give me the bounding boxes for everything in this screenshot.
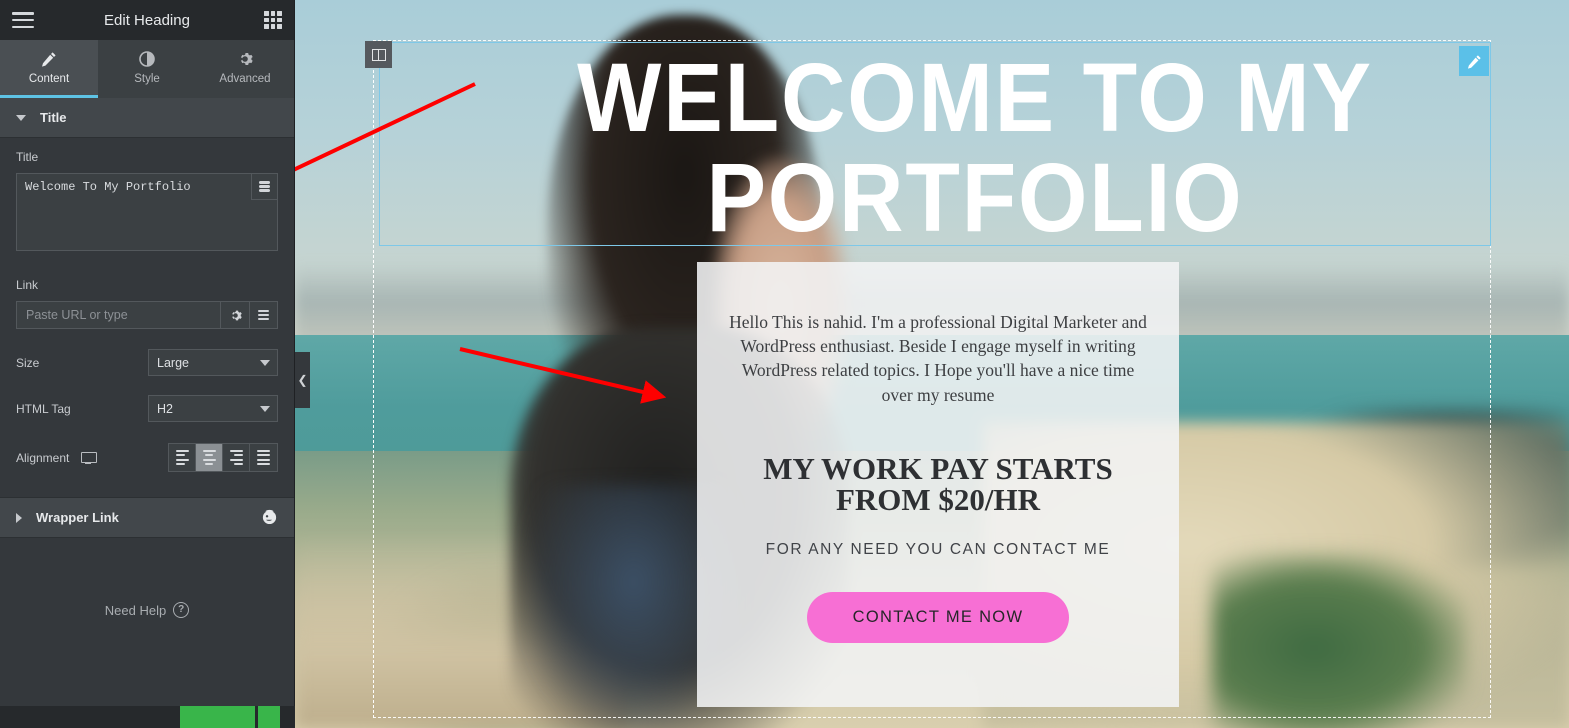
alignment-label: Alignment bbox=[16, 450, 70, 465]
html-tag-control: HTML Tag H2 bbox=[0, 385, 294, 431]
html-tag-select[interactable]: H2 bbox=[148, 395, 278, 422]
section-wrapper-link-header[interactable]: Wrapper Link bbox=[0, 498, 294, 538]
chevron-left-icon: ❮ bbox=[297, 373, 308, 387]
need-help-link[interactable]: Need Help ? bbox=[0, 538, 294, 618]
panel-title: Edit Heading bbox=[104, 11, 190, 29]
desktop-icon[interactable] bbox=[81, 451, 98, 464]
panel-tabs: Content Style Advanced bbox=[0, 40, 294, 98]
pencil-edit-icon[interactable] bbox=[1459, 46, 1489, 76]
title-textarea[interactable] bbox=[16, 173, 278, 251]
contact-me-now-button[interactable]: CONTACT ME NOW bbox=[806, 591, 1070, 643]
panel-header: Edit Heading bbox=[0, 0, 294, 40]
hamburger-menu-icon[interactable] bbox=[12, 12, 34, 28]
publish-options-button[interactable] bbox=[258, 706, 280, 728]
tab-advanced-label: Advanced bbox=[219, 72, 271, 85]
cta-wrapper: CONTACT ME NOW bbox=[697, 591, 1179, 643]
section-wrapper-link-label: Wrapper Link bbox=[36, 510, 119, 525]
card-bio-text: Hello This is nahid. I'm a professional … bbox=[729, 312, 1147, 405]
tab-style[interactable]: Style bbox=[98, 40, 196, 98]
section-title-label: Title bbox=[40, 110, 67, 125]
tab-advanced[interactable]: Advanced bbox=[196, 40, 294, 98]
need-help-label: Need Help bbox=[104, 602, 167, 618]
hero-info-card: Hello This is nahid. I'm a professional … bbox=[697, 262, 1179, 707]
hero-heading[interactable]: WELCOME TO MY PORTFOLIO bbox=[427, 48, 1524, 248]
section-title-header[interactable]: Title bbox=[0, 98, 294, 138]
title-dynamic-tags-icon[interactable] bbox=[251, 173, 278, 200]
link-dynamic-tags-icon[interactable] bbox=[249, 301, 278, 329]
question-circle-icon: ? bbox=[173, 602, 190, 618]
link-input[interactable] bbox=[16, 301, 220, 329]
size-control: Size Large bbox=[0, 333, 294, 385]
alignment-control: Alignment bbox=[0, 431, 294, 481]
align-center-button[interactable] bbox=[196, 444, 223, 471]
caret-down-icon bbox=[16, 114, 26, 121]
tab-content[interactable]: Content bbox=[0, 40, 98, 98]
html-tag-label: HTML Tag bbox=[16, 401, 71, 416]
size-select[interactable]: Large bbox=[148, 349, 278, 376]
editor-panel: Edit Heading Content Style Advanced Titl… bbox=[0, 0, 295, 728]
panel-collapse-toggle[interactable]: ❮ bbox=[295, 352, 310, 408]
gear-icon bbox=[237, 51, 253, 67]
tab-style-label: Style bbox=[134, 72, 160, 85]
title-field-label: Title bbox=[16, 150, 39, 164]
align-justify-button[interactable] bbox=[250, 444, 277, 471]
pencil-icon bbox=[41, 51, 57, 67]
title-control: Title bbox=[0, 138, 294, 260]
panel-body: Title Title Link bbox=[0, 98, 294, 728]
panel-footer bbox=[0, 706, 295, 728]
align-left-button[interactable] bbox=[169, 444, 196, 471]
card-price-line-1: MY WORK PAY STARTS bbox=[763, 450, 1113, 486]
card-price-line-2: FROM $20/HR bbox=[835, 481, 1041, 517]
contrast-circle-icon bbox=[139, 50, 155, 67]
align-right-button[interactable] bbox=[223, 444, 250, 471]
link-field-label: Link bbox=[16, 278, 39, 292]
caret-right-icon bbox=[16, 512, 22, 523]
tab-content-label: Content bbox=[28, 72, 70, 85]
alignment-button-group bbox=[168, 443, 278, 472]
column-handle-icon[interactable] bbox=[365, 41, 392, 68]
link-control: Link bbox=[0, 260, 294, 333]
card-subtitle: FOR ANY NEED YOU CAN CONTACT ME bbox=[765, 540, 1111, 558]
size-label: Size bbox=[16, 355, 40, 370]
link-options-gear-icon[interactable] bbox=[220, 301, 249, 329]
publish-button[interactable] bbox=[180, 706, 255, 728]
preview-canvas: WELCOME TO MY PORTFOLIO Hello This is na… bbox=[295, 0, 1569, 728]
card-price-heading: MY WORK PAY STARTS FROM $20/HR bbox=[697, 453, 1179, 515]
widgets-grid-icon[interactable] bbox=[264, 11, 282, 29]
elementor-pro-icon bbox=[261, 508, 278, 528]
